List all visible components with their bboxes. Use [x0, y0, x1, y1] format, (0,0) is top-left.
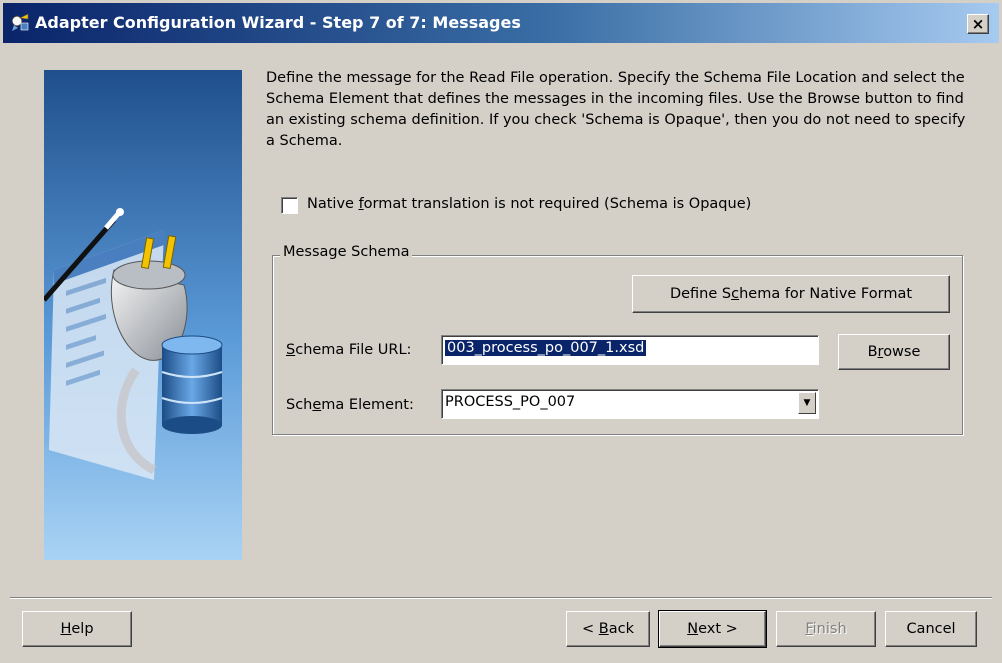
- schema-opaque-label[interactable]: Native format translation is not require…: [307, 196, 751, 212]
- help-button[interactable]: Help: [22, 611, 132, 647]
- wizard-icon: [11, 13, 29, 31]
- define-schema-button[interactable]: Define Schema for Native Format: [632, 275, 950, 313]
- close-button[interactable]: ×: [967, 14, 989, 34]
- message-schema-legend: Message Schema: [280, 244, 413, 260]
- schema-file-url-label: Schema File URL:: [286, 342, 412, 358]
- schema-element-label: Schema Element:: [286, 397, 414, 413]
- schema-file-url-input[interactable]: 003_process_po_007_1.xsd: [441, 335, 819, 365]
- browse-button[interactable]: Browse: [838, 334, 950, 370]
- chevron-down-icon[interactable]: ▼: [798, 392, 816, 414]
- wizard-dialog: Adapter Configuration Wizard - Step 7 of…: [0, 0, 1002, 663]
- cancel-button[interactable]: Cancel: [885, 611, 977, 647]
- window-title: Adapter Configuration Wizard - Step 7 of…: [35, 13, 521, 32]
- step-description: Define the message for the Read File ope…: [266, 70, 966, 149]
- schema-element-select[interactable]: PROCESS_PO_007 ▼: [441, 389, 819, 419]
- schema-element-value: PROCESS_PO_007: [445, 394, 576, 410]
- schema-file-url-value: 003_process_po_007_1.xsd: [445, 340, 647, 356]
- finish-button[interactable]: Finish: [776, 611, 876, 647]
- next-button[interactable]: Next >: [658, 610, 767, 648]
- schema-opaque-checkbox[interactable]: [281, 197, 298, 214]
- title-bar[interactable]: Adapter Configuration Wizard - Step 7 of…: [3, 3, 999, 43]
- plug-database-illustration: [44, 70, 242, 560]
- footer-divider: [10, 597, 992, 599]
- back-button[interactable]: < Back: [566, 611, 650, 647]
